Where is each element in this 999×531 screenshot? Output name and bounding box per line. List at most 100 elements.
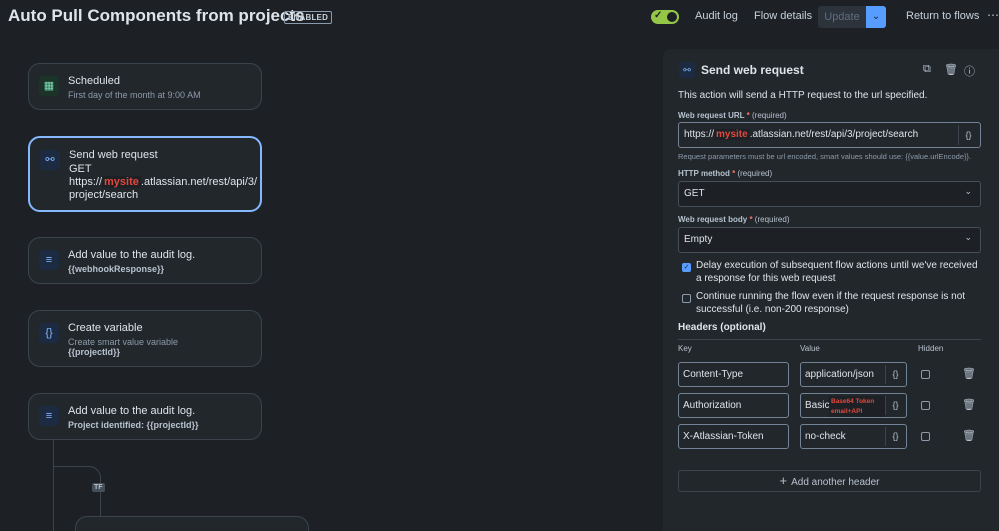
required-text: (required) [754, 215, 790, 224]
flow-node-audit-log[interactable]: ≡ Add value to the audit log. {{webhookR… [28, 237, 262, 284]
audit-log-button[interactable]: Audit log [695, 10, 738, 22]
redacted-text: mysite [714, 129, 750, 140]
redacted-text: Base64 Token email+API [829, 396, 885, 417]
update-dropdown-button[interactable]: ⌄ [866, 6, 886, 28]
node-method: GET [69, 163, 92, 175]
smart-value-icon[interactable]: {} [885, 396, 905, 415]
node-subtitle: Project identified: {{projectId}} [68, 420, 199, 430]
node-subtitle: {{webhookResponse}} [68, 264, 165, 274]
help-icon[interactable]: ⓘ [964, 63, 975, 79]
url-hint: Request parameters must be url encoded, … [678, 152, 972, 161]
branch-tag: TF [92, 483, 105, 492]
required-star: * [749, 215, 753, 224]
continue-label: Continue running the flow even if the re… [696, 291, 966, 315]
header-value-text: Basic [805, 400, 830, 411]
header-value-text: application/json [805, 369, 874, 380]
header-key-input[interactable]: X-Atlassian-Token [678, 424, 789, 449]
node-title: Add value to the audit log. [68, 405, 196, 417]
header-value-input[interactable]: no-check {} [800, 424, 907, 449]
action-config-panel: ⚯ Send web request ⧉ 🗑 ⓘ This action wil… [663, 49, 999, 531]
smart-value-icon[interactable]: {} [885, 427, 905, 446]
col-key: Key [678, 344, 692, 353]
node-title: Scheduled [68, 75, 120, 87]
method-label: HTTP method * (required) [678, 169, 772, 178]
add-header-button[interactable]: + Add another header [678, 470, 981, 492]
flow-node-trigger[interactable]: ▦ Scheduled First day of the month at 9:… [28, 63, 262, 110]
required-text: (required) [737, 169, 773, 178]
delete-header-icon[interactable]: 🗑 [962, 398, 976, 411]
return-to-flows-button[interactable]: Return to flows [906, 10, 979, 22]
node-subtitle-2: {{projectId}} [68, 347, 121, 357]
delete-icon[interactable]: 🗑 [944, 63, 958, 76]
node-subtitle: Create smart value variable [68, 337, 179, 347]
header-key-input[interactable]: Authorization [678, 393, 789, 418]
select-value: GET [684, 188, 705, 199]
label-text: HTTP method [678, 169, 730, 178]
delete-header-icon[interactable]: 🗑 [962, 367, 976, 380]
select-value: Empty [684, 234, 713, 245]
status-badge: ENABLED [284, 11, 333, 24]
log-icon: ≡ [39, 406, 59, 426]
more-options-icon[interactable]: ⋯ [987, 8, 999, 22]
header-value-input[interactable]: application/json {} [800, 362, 907, 387]
flow-node-partial[interactable] [75, 516, 309, 531]
url-input[interactable]: https://mysite .atlassian.net/rest/api/3/… [678, 122, 981, 148]
node-url: https://mysite .atlassian.net/rest/api/3/ [69, 176, 257, 188]
hidden-checkbox[interactable] [921, 370, 930, 379]
panel-title: Send web request [701, 63, 804, 77]
smart-value-icon[interactable]: {} [885, 365, 905, 384]
col-value: Value [800, 344, 820, 353]
webhook-icon: ⚯ [40, 150, 60, 170]
flow-details-button[interactable]: Flow details [754, 10, 812, 22]
continue-checkbox[interactable] [682, 294, 691, 303]
hidden-checkbox[interactable] [921, 401, 930, 410]
label-text: Web request body [678, 215, 748, 224]
request-body-select[interactable]: Empty ⌄ [678, 227, 981, 253]
add-header-label: Add another header [791, 477, 880, 488]
flow-node-web-request[interactable]: ⚯ Send web request GET https://mysite .at… [28, 136, 262, 212]
toggle-knob [667, 12, 677, 22]
url-suffix: .atlassian.net/rest/api/3/project/search [749, 129, 919, 140]
flow-node-audit-log-2[interactable]: ≡ Add value to the audit log. Project id… [28, 393, 262, 440]
chevron-down-icon: ⌄ [871, 11, 881, 22]
node-url-line2: project/search [69, 189, 139, 201]
duplicate-icon[interactable]: ⧉ [923, 63, 931, 76]
chevron-down-icon: ⌄ [964, 186, 972, 196]
delay-label: Delay execution of subsequent flow actio… [696, 260, 978, 284]
flow-node-create-variable[interactable]: {} Create variable Create smart value va… [28, 310, 262, 367]
log-icon: ≡ [39, 250, 59, 270]
url-suffix: .atlassian.net/rest/api/3/ [140, 176, 258, 188]
delete-header-icon[interactable]: 🗑 [962, 429, 976, 442]
hidden-checkbox[interactable] [921, 432, 930, 441]
node-subtitle: First day of the month at 9:00 AM [68, 90, 201, 100]
body-label: Web request body * (required) [678, 215, 789, 224]
required-star: * [746, 111, 750, 120]
label-text: Web request URL [678, 111, 745, 120]
header-value-text: no-check [805, 431, 846, 442]
plus-icon: + [779, 473, 788, 488]
calendar-icon: ▦ [39, 76, 59, 96]
page-title: Auto Pull Components from projects [8, 6, 305, 25]
required-text: (required) [751, 111, 787, 120]
headers-title: Headers (optional) [678, 322, 766, 333]
panel-description: This action will send a HTTP request to … [678, 90, 928, 101]
redacted-text: mysite [102, 176, 141, 188]
node-title: Create variable [68, 322, 143, 334]
url-label: Web request URL * (required) [678, 111, 787, 120]
node-title: Send web request [69, 149, 158, 161]
smart-value-icon[interactable]: {} [958, 125, 978, 145]
col-hidden: Hidden [918, 344, 944, 353]
variable-icon: {} [39, 323, 59, 343]
top-bar: Auto Pull Components from projects ENABL… [0, 0, 999, 34]
enabled-toggle[interactable]: ✓ [651, 10, 679, 24]
header-key-input[interactable]: Content-Type [678, 362, 789, 387]
url-prefix: https:// [69, 176, 103, 188]
http-method-select[interactable]: GET ⌄ [678, 181, 981, 207]
chevron-down-icon: ⌄ [964, 232, 972, 242]
url-prefix: https:// [684, 129, 715, 140]
check-icon: ✓ [654, 10, 663, 21]
node-title: Add value to the audit log. [68, 249, 196, 261]
required-star: * [732, 169, 736, 178]
update-button[interactable]: Update [818, 6, 866, 28]
delay-checkbox[interactable]: ✓ [682, 263, 691, 272]
